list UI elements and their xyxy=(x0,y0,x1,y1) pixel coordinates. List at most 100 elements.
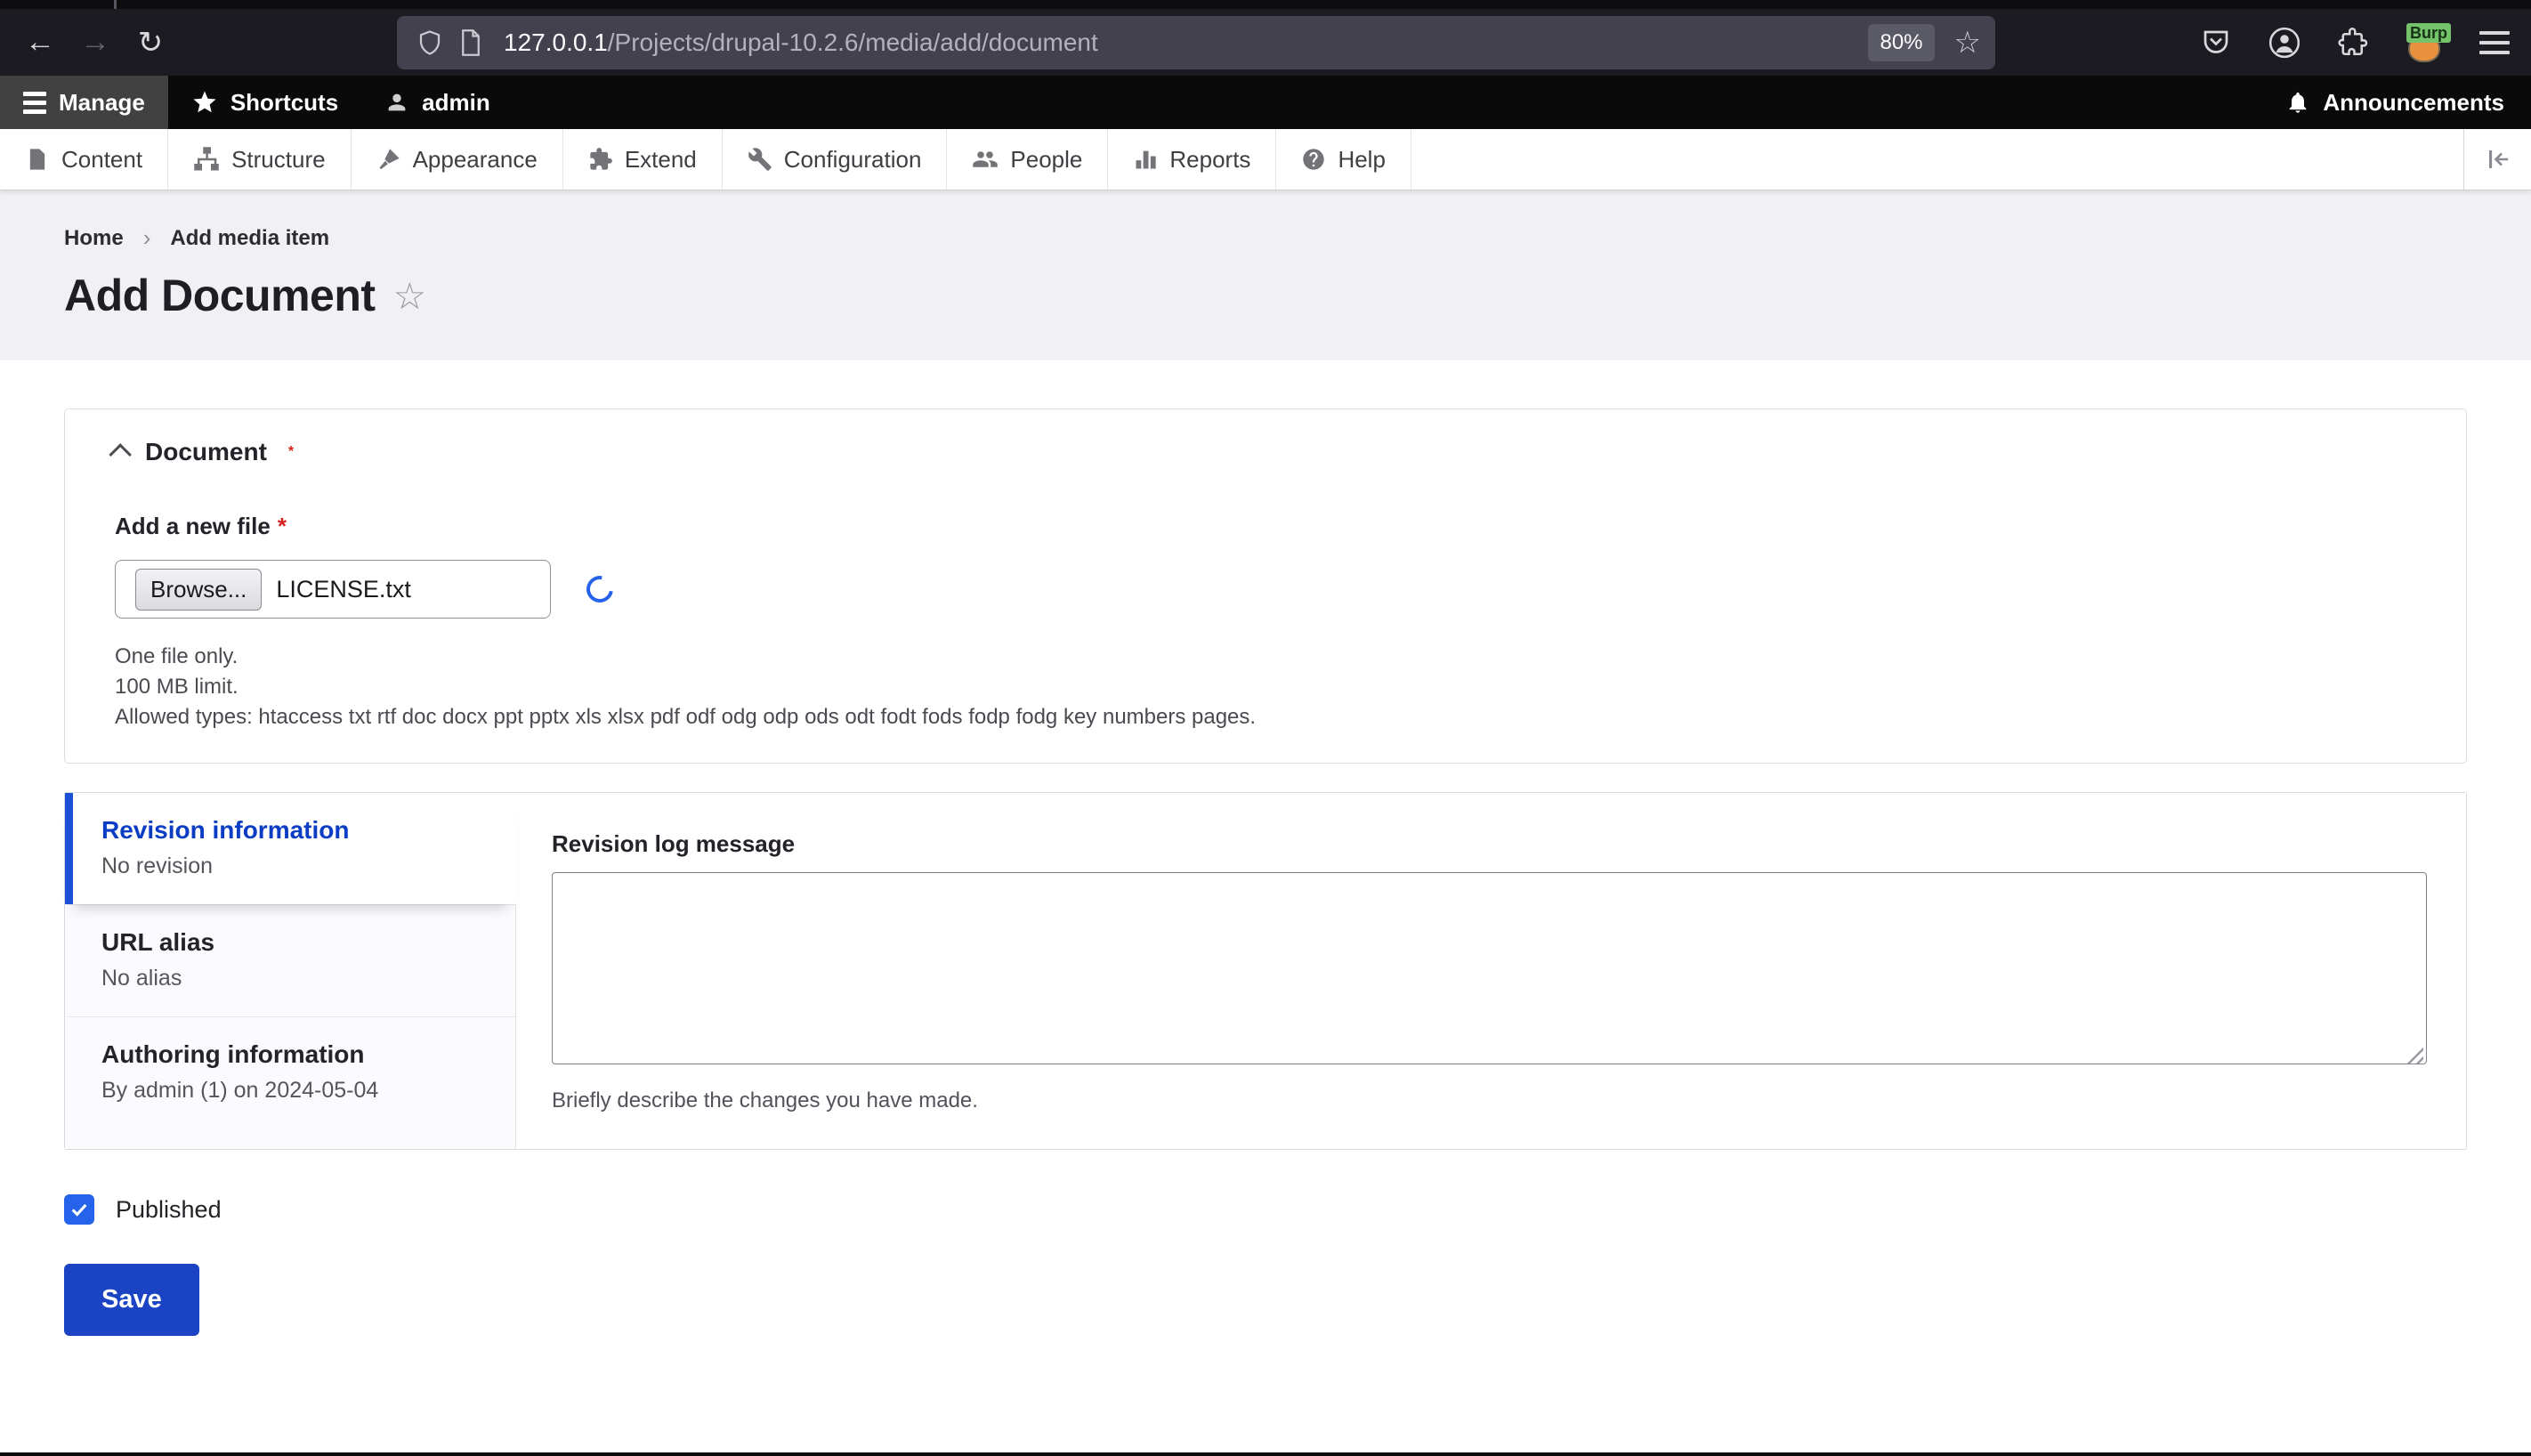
published-field: Published xyxy=(64,1194,2467,1225)
title-star-icon[interactable]: ☆ xyxy=(393,274,427,318)
nav-item-label: Appearance xyxy=(412,145,538,173)
revision-panel: Revision log message Briefly describe th… xyxy=(516,793,2466,1150)
breadcrumb: Home › Add media item xyxy=(64,224,2467,252)
file-desc-line: Allowed types: htaccess txt rtf doc docx… xyxy=(115,705,1257,730)
nav-item-label: Help xyxy=(1338,145,1386,173)
breadcrumb-current: Add media item xyxy=(170,225,330,250)
zoom-level-badge[interactable]: 80% xyxy=(1868,23,1935,61)
required-marker: * xyxy=(277,513,287,539)
tab-label: Revision information xyxy=(101,816,350,845)
browser-action-icons: Burp xyxy=(2200,22,2510,62)
upload-spinner-icon xyxy=(581,570,619,608)
nav-item-label: Extend xyxy=(624,145,697,173)
nav-item-content[interactable]: Content xyxy=(0,129,169,190)
window-top-edge xyxy=(0,0,2531,9)
vertical-tabs-menu: Revision information No revision URL ali… xyxy=(65,793,516,1150)
vertical-tabs: Revision information No revision URL ali… xyxy=(64,792,2467,1151)
admin-toolbar: Manage Shortcuts admin Announcements xyxy=(0,76,2531,129)
reload-button[interactable]: ↻ xyxy=(123,18,178,68)
browse-button[interactable]: Browse... xyxy=(135,568,263,611)
file-upload-input[interactable]: Browse... LICENSE.txt xyxy=(115,560,551,619)
puzzle-icon xyxy=(590,148,612,170)
required-marker: * xyxy=(287,444,295,459)
file-field-description: One file only. 100 MB limit. Allowed typ… xyxy=(115,642,2416,732)
nav-item-label: Configuration xyxy=(783,145,922,173)
page-info-icon[interactable] xyxy=(459,28,482,56)
url-domain: 127.0.0.1 xyxy=(504,28,608,56)
published-checkbox[interactable] xyxy=(64,1194,94,1225)
save-button[interactable]: Save xyxy=(64,1264,199,1337)
tab-summary: No revision xyxy=(101,853,214,879)
people-icon xyxy=(973,151,999,167)
tab-url-alias[interactable]: URL alias No alias xyxy=(65,904,515,1016)
selected-file-name: LICENSE.txt xyxy=(276,575,411,603)
bookmark-star-icon[interactable]: ☆ xyxy=(1954,25,1981,61)
manage-label: Manage xyxy=(59,88,145,116)
nav-item-label: People xyxy=(1010,145,1083,173)
tab-label: URL alias xyxy=(101,928,215,957)
document-fieldset: Document * Add a new file * Browse... LIC… xyxy=(64,408,2467,764)
url-text[interactable]: 127.0.0.1/Projects/drupal-10.2.6/media/a… xyxy=(504,28,1868,57)
back-button[interactable]: ← xyxy=(12,18,68,68)
nav-item-extend[interactable]: Extend xyxy=(563,129,723,190)
fieldset-legend[interactable]: Document xyxy=(145,438,267,466)
burp-extension-icon[interactable]: Burp xyxy=(2405,22,2451,62)
tab-separator xyxy=(114,0,117,9)
pocket-icon[interactable] xyxy=(2200,27,2232,59)
account-icon[interactable] xyxy=(2268,26,2301,60)
admin-nav-toolbar: Content Structure Appearance Extend Conf… xyxy=(0,129,2531,190)
nav-item-label: Reports xyxy=(1169,145,1251,173)
announcements-label: Announcements xyxy=(2323,88,2504,116)
wrench-icon xyxy=(748,148,772,171)
tab-revision-information[interactable]: Revision information No revision xyxy=(65,793,516,905)
paintbrush-icon xyxy=(379,149,400,170)
nav-item-people[interactable]: People xyxy=(947,129,1109,190)
tab-summary: By admin (1) on 2024-05-04 xyxy=(101,1078,379,1104)
revision-log-label: Revision log message xyxy=(552,830,796,858)
toolbar-item-admin-user[interactable]: admin xyxy=(361,76,513,129)
shortcuts-label: Shortcuts xyxy=(230,88,339,116)
sitemap-icon xyxy=(194,147,219,171)
check-icon xyxy=(71,1204,87,1217)
nav-item-label: Structure xyxy=(231,145,326,173)
star-icon xyxy=(193,91,216,113)
url-path: /Projects/drupal-10.2.6/media/add/docume… xyxy=(607,28,1098,56)
toolbar-item-manage[interactable]: Manage xyxy=(0,76,168,129)
person-icon xyxy=(388,93,406,111)
main-content: Document * Add a new file * Browse... LIC… xyxy=(0,360,2531,1337)
tab-authoring-information[interactable]: Authoring information By admin (1) on 20… xyxy=(65,1016,515,1128)
page-title: Add Document xyxy=(64,271,376,320)
toolbar-item-announcements[interactable]: Announcements xyxy=(2285,76,2531,129)
help-icon xyxy=(1303,149,1325,170)
nav-item-appearance[interactable]: Appearance xyxy=(352,129,563,190)
extensions-puzzle-icon[interactable] xyxy=(2337,27,2369,59)
file-desc-line: 100 MB limit. xyxy=(115,675,239,700)
toolbar-item-shortcuts[interactable]: Shortcuts xyxy=(168,76,361,129)
page-header: Home › Add media item Add Document ☆ xyxy=(0,190,2531,360)
nav-item-structure[interactable]: Structure xyxy=(168,129,352,190)
url-bar[interactable]: 127.0.0.1/Projects/drupal-10.2.6/media/a… xyxy=(397,15,1995,69)
app-menu-icon[interactable] xyxy=(2479,25,2510,61)
nav-item-configuration[interactable]: Configuration xyxy=(723,129,948,190)
forward-button[interactable]: → xyxy=(68,18,123,68)
toolbar-collapse-button[interactable] xyxy=(2463,129,2531,190)
browser-toolbar: ← → ↻ 127.0.0.1/Projects/drupal-10.2.6/m… xyxy=(0,9,2531,76)
revision-log-textarea[interactable] xyxy=(552,872,2427,1065)
admin-user-label: admin xyxy=(422,88,490,116)
collapse-chevron-icon[interactable] xyxy=(109,443,132,466)
screen-bottom-edge xyxy=(0,1452,2531,1456)
published-label[interactable]: Published xyxy=(116,1196,222,1224)
nav-item-help[interactable]: Help xyxy=(1276,129,1411,190)
breadcrumb-separator: › xyxy=(142,224,151,251)
shield-icon[interactable] xyxy=(416,29,443,56)
tab-summary: No alias xyxy=(101,966,182,991)
bell-icon xyxy=(2289,92,2307,113)
tab-label: Authoring information xyxy=(101,1040,365,1069)
collapse-left-icon xyxy=(2488,150,2508,168)
nav-item-reports[interactable]: Reports xyxy=(1108,129,1277,190)
breadcrumb-home-link[interactable]: Home xyxy=(64,226,124,251)
bar-chart-icon xyxy=(1136,150,1157,169)
hamburger-icon xyxy=(23,87,46,118)
burp-extension-badge: Burp xyxy=(2406,22,2451,44)
nav-item-label: Content xyxy=(61,145,143,173)
